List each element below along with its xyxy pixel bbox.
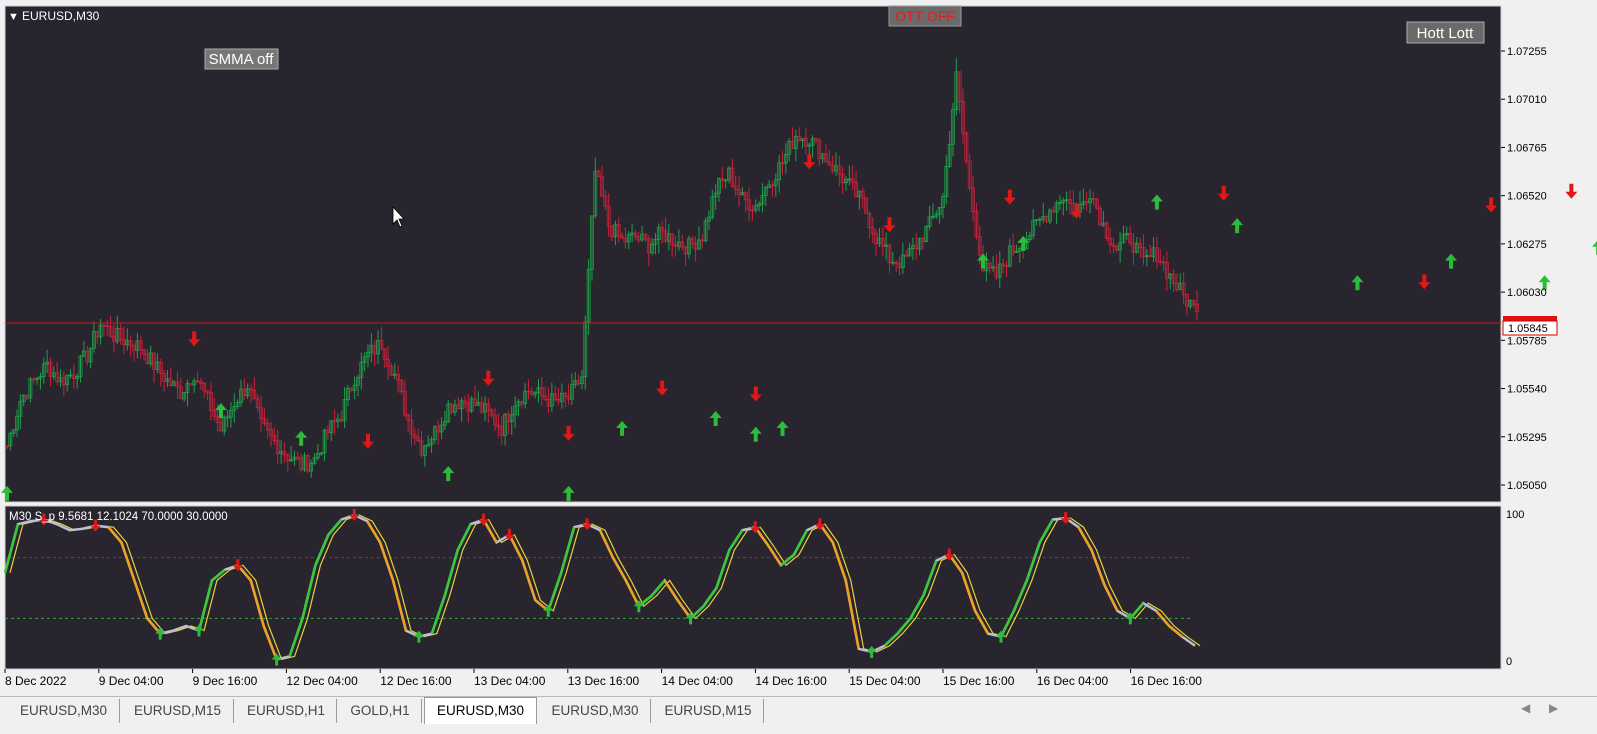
hott-lott-button[interactable]: Hott Lott [1406, 21, 1485, 44]
chart-canvas[interactable]: ▼ EURUSD,M30 SMMA off OTT OFF Hott Lott … [0, 0, 1597, 696]
time-axis-label: 12 Dec 04:00 [286, 674, 358, 688]
time-axis-label: 14 Dec 04:00 [662, 674, 734, 688]
time-axis-label: 16 Dec 04:00 [1037, 674, 1109, 688]
hott-lott-button-label: Hott Lott [1417, 25, 1475, 42]
price-axis-label: 1.06765 [1507, 142, 1547, 154]
price-axis-label: 1.06520 [1507, 191, 1547, 203]
smma-button[interactable]: SMMA off [204, 48, 279, 70]
tab-eurusd-m15-2[interactable]: EURUSD,M15 [653, 699, 764, 723]
oscillator-label: M30 S_p 9.5681 12.1024 70.0000 30.0000 [9, 511, 228, 523]
symbol-label: EURUSD,M30 [22, 9, 100, 23]
tab-eurusd-m30-1[interactable]: EURUSD,M30 [8, 699, 120, 723]
smma-button-label: SMMA off [209, 51, 275, 68]
sell-arrow-icon [1565, 183, 1578, 199]
tab-eurusd-m15-1[interactable]: EURUSD,M15 [122, 699, 234, 723]
time-axis-label: 8 Dec 2022 [5, 674, 67, 688]
tab-gold-h1[interactable]: GOLD,H1 [339, 699, 422, 723]
time-axis-label: 14 Dec 16:00 [755, 674, 827, 688]
current-price-value: 1.05845 [1508, 323, 1548, 335]
price-axis-label: 1.07010 [1507, 94, 1547, 106]
time-axis-label: 12 Dec 16:00 [380, 674, 452, 688]
tabs-scroll-right-icon[interactable]: ▶ [1549, 701, 1558, 715]
time-axis-label: 15 Dec 16:00 [943, 674, 1015, 688]
price-axis-label: 1.07255 [1507, 46, 1547, 58]
current-price-tag: 1.05845 [1502, 316, 1558, 336]
price-axis-label: 1.05785 [1507, 335, 1547, 347]
time-axis-label: 9 Dec 04:00 [99, 674, 164, 688]
tab-eurusd-m30-3[interactable]: EURUSD,M30 [540, 699, 651, 723]
time-axis: 8 Dec 2022 9 Dec 04:00 9 Dec 16:00 12 Dec 0… [4, 669, 1203, 688]
price-axis-label: 1.05050 [1507, 480, 1547, 492]
price-axis: 1.07255 1.07010 1.06765 1.06520 1.06275 1.060… [1501, 46, 1547, 492]
oscillator-axis-bottom: 0 [1506, 656, 1512, 668]
tabs-scroll-left-icon[interactable]: ◀ [1521, 701, 1530, 715]
ott-button-label: OTT OFF [895, 8, 955, 24]
chart-tabs-bar: EURUSD,M30 EURUSD,M15 EURUSD,H1 GOLD,H1 … [0, 696, 1597, 734]
chart-window[interactable]: ▼ EURUSD,M30 SMMA off OTT OFF Hott Lott … [0, 0, 1597, 696]
tab-eurusd-m30-active[interactable]: EURUSD,M30 [424, 697, 537, 724]
buy-arrow-icon [1592, 241, 1597, 255]
symbol-dropdown-icon[interactable]: ▼ [8, 11, 19, 23]
price-axis-label: 1.05540 [1507, 384, 1547, 396]
price-axis-label: 1.05295 [1507, 432, 1547, 444]
time-axis-label: 13 Dec 04:00 [474, 674, 546, 688]
price-pane [4, 5, 1502, 503]
oscillator-axis-top: 100 [1506, 509, 1524, 521]
price-axis-label: 1.06030 [1507, 287, 1547, 299]
time-axis-label: 15 Dec 04:00 [849, 674, 921, 688]
ott-button[interactable]: OTT OFF [888, 5, 962, 27]
time-axis-label: 13 Dec 16:00 [568, 674, 640, 688]
time-axis-label: 16 Dec 16:00 [1131, 674, 1203, 688]
time-axis-label: 9 Dec 16:00 [193, 674, 258, 688]
tab-eurusd-h1[interactable]: EURUSD,H1 [236, 699, 337, 723]
price-axis-label: 1.06275 [1507, 239, 1547, 251]
